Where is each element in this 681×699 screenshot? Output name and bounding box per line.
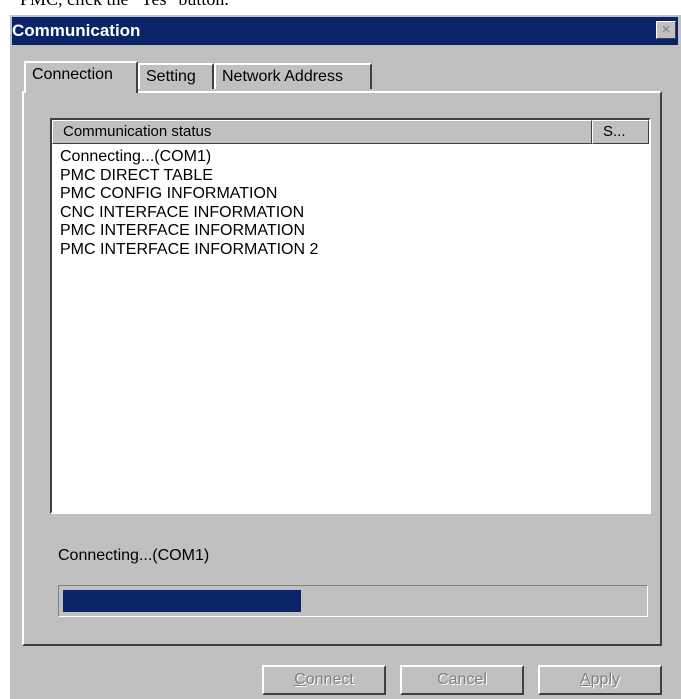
list-header: Communication status S... <box>52 120 649 144</box>
list-item[interactable]: PMC CONFIG INFORMATION <box>60 185 318 204</box>
connect-label-rest: onnect <box>305 671 354 688</box>
column-header-label: S... <box>603 123 626 140</box>
connection-status-text: Connecting...(COM1) <box>58 547 210 564</box>
tab-connection[interactable]: Connection <box>24 61 138 93</box>
connect-mnemonic: C <box>294 671 306 688</box>
cancel-label: Cancel <box>437 671 487 688</box>
apply-button[interactable]: Apply <box>538 665 662 695</box>
list-item[interactable]: CNC INTERFACE INFORMATION <box>60 204 318 223</box>
tab-setting[interactable]: Setting <box>138 63 214 89</box>
title-bar[interactable]: Communication × <box>12 17 678 45</box>
apply-mnemonic: A <box>579 671 591 688</box>
list-rows: Connecting...(COM1) PMC DIRECT TABLE PMC… <box>60 148 318 259</box>
list-item[interactable]: PMC INTERFACE INFORMATION 2 <box>60 241 318 260</box>
connect-button[interactable]: Connect <box>262 665 386 695</box>
tab-label: Network Address <box>222 68 343 85</box>
communication-status-list[interactable]: Communication status S... Connecting...(… <box>50 118 651 514</box>
partial-document-text: PMC, click the "Yes" button. <box>0 0 681 14</box>
communication-dialog: Communication × Connection Setting Netwo… <box>9 14 681 699</box>
column-header-communication-status[interactable]: Communication status <box>52 120 592 144</box>
list-item[interactable]: PMC INTERFACE INFORMATION <box>60 222 318 241</box>
column-header-label: Communication status <box>63 123 212 140</box>
apply-label-rest: pply <box>590 671 621 688</box>
tab-network-address[interactable]: Network Address <box>214 63 372 89</box>
tab-label: Setting <box>146 68 196 85</box>
progress-fill <box>63 590 301 612</box>
list-item[interactable]: PMC DIRECT TABLE <box>60 167 318 186</box>
progress-bar <box>58 585 648 617</box>
tab-label: Connection <box>32 66 113 83</box>
cancel-button[interactable]: Cancel <box>400 665 524 695</box>
close-button[interactable]: × <box>656 21 676 39</box>
close-icon: × <box>661 21 671 38</box>
list-item[interactable]: Connecting...(COM1) <box>60 148 318 167</box>
column-header-status[interactable]: S... <box>592 120 649 144</box>
document-text-line: PMC, click the "Yes" button. <box>20 0 229 9</box>
dialog-title: Communication <box>12 21 141 40</box>
